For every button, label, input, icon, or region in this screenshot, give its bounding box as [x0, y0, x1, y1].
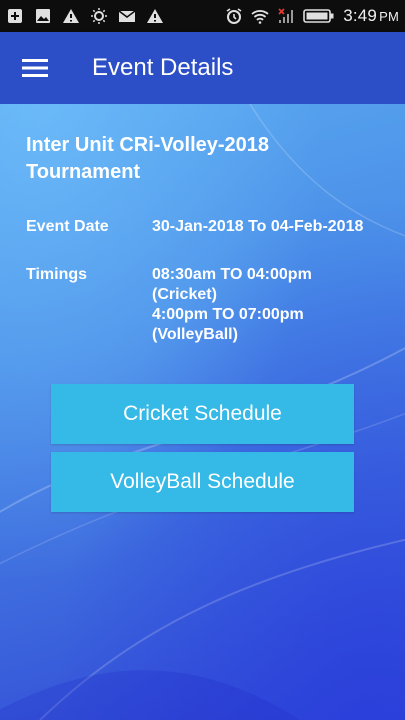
timings-value: 08:30am TO 04:00pm (Cricket) 4:00pm TO 0… [152, 265, 392, 345]
timing-line: (Cricket) [152, 286, 217, 303]
status-clock: 3:49 PM [343, 6, 399, 25]
event-date-label: Event Date [26, 218, 109, 235]
mail-icon [118, 7, 136, 25]
warning-icon [146, 7, 164, 25]
app-bar: Event Details [0, 32, 405, 104]
cricket-schedule-button[interactable]: Cricket Schedule [51, 384, 354, 444]
hamburger-menu-button[interactable] [0, 32, 70, 104]
add-box-icon [6, 7, 24, 25]
brightness-icon [90, 7, 108, 25]
timings-label: Timings [26, 266, 88, 283]
timing-line: 08:30am TO 04:00pm [152, 266, 312, 283]
timing-line: (VolleyBall) [152, 326, 238, 343]
page-title: Event Details [92, 54, 234, 81]
warning-icon [62, 7, 80, 25]
status-bar-notifications [6, 7, 164, 25]
hamburger-menu-icon [22, 59, 48, 77]
status-bar-system: 3:49 PM [225, 6, 399, 26]
image-icon [34, 7, 52, 25]
event-date-value: 30-Jan-2018 To 04-Feb-2018 [152, 218, 364, 235]
status-bar: 3:49 PM [0, 0, 405, 32]
battery-icon [303, 7, 335, 25]
event-title: Inter Unit CRi-Volley-2018 Tournament [26, 134, 270, 183]
timing-line: 4:00pm TO 07:00pm [152, 306, 304, 323]
alarm-icon [225, 7, 243, 25]
volleyball-schedule-button[interactable]: VolleyBall Schedule [51, 452, 354, 512]
wifi-icon [251, 7, 269, 25]
signal-icon [277, 7, 295, 25]
event-details-content: Inter Unit CRi-Volley-2018 Tournament Ev… [0, 104, 405, 720]
